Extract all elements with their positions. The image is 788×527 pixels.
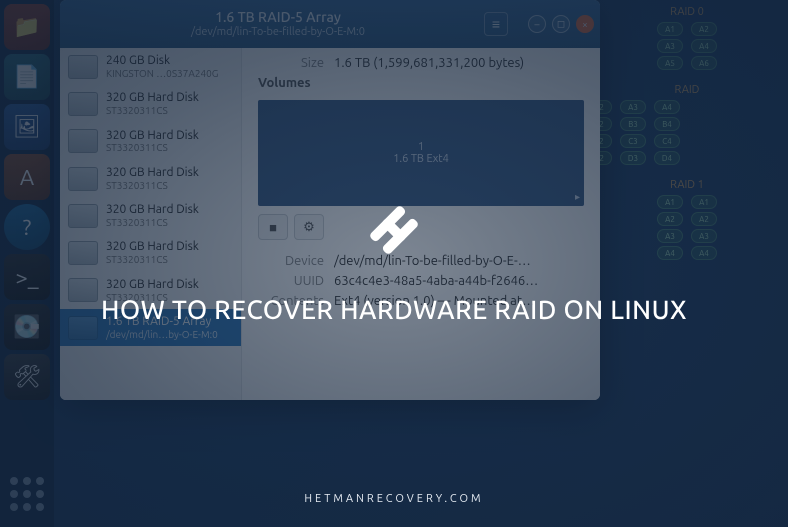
title-overlay: HOW TO RECOVER HARDWARE RAID ON LINUX HE… xyxy=(0,0,788,527)
overlay-headline: HOW TO RECOVER HARDWARE RAID ON LINUX xyxy=(101,290,687,329)
overlay-site: HETMANRECOVERY.COM xyxy=(0,493,788,505)
hetman-logo-icon xyxy=(362,198,426,262)
